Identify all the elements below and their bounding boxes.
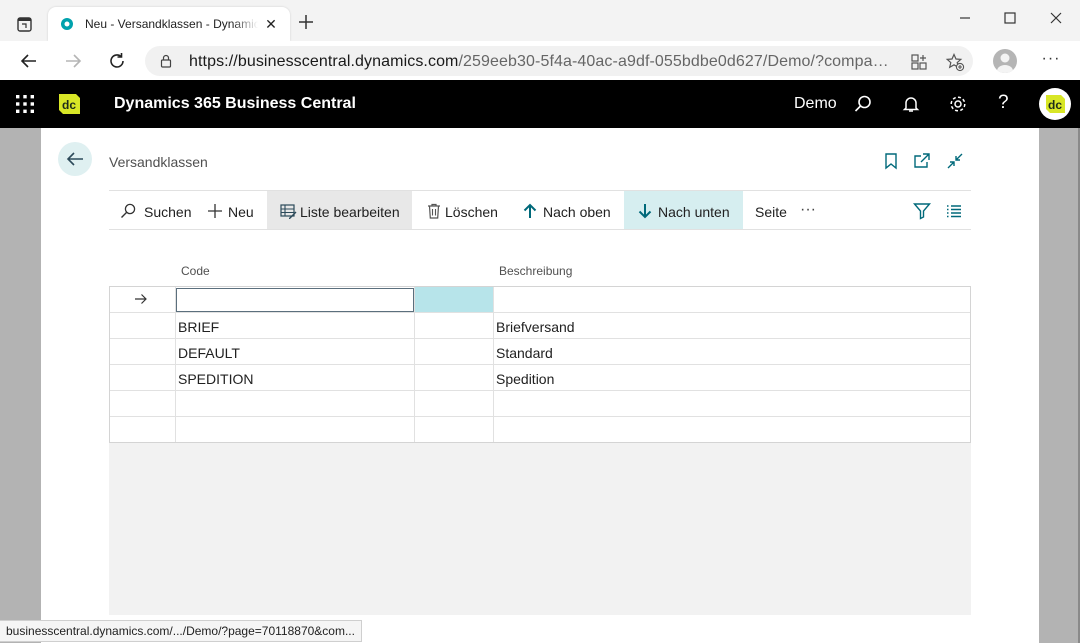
notifications-icon[interactable]	[901, 94, 921, 114]
new-label: Neu	[228, 204, 254, 220]
grid-frame	[109, 286, 971, 443]
move-up-button[interactable]: Nach oben	[514, 191, 624, 229]
profile-avatar[interactable]	[993, 49, 1017, 73]
new-button[interactable]: Neu	[201, 191, 263, 229]
arrow-down-icon	[636, 202, 654, 220]
url-path: /259eeb30-5f4a-40ac-a9df-055bdbe0d627/De…	[458, 53, 895, 70]
maximize-icon[interactable]	[995, 8, 1025, 28]
column-header-description[interactable]: Beschreibung	[499, 264, 572, 278]
app-title[interactable]: Dynamics 365 Business Central	[114, 95, 356, 113]
browser-menu-icon[interactable]: ···	[1040, 51, 1062, 71]
new-tab-icon[interactable]	[296, 12, 316, 32]
browser-tabbar: Neu - Versandklassen - Dynamics 365 Busi…	[0, 0, 1080, 41]
forward-icon[interactable]	[62, 50, 84, 72]
search-icon	[119, 202, 137, 220]
delete-label: Löschen	[445, 204, 498, 220]
dynamics-favicon-icon	[60, 17, 74, 31]
app-launcher-icon[interactable]	[16, 95, 34, 113]
close-window-icon[interactable]	[1041, 8, 1071, 28]
page-menu-label: Seite	[755, 204, 787, 220]
app-bar: dc Dynamics 365 Business Central Demo ? …	[0, 80, 1080, 128]
edit-list-button[interactable]: Liste bearbeiten	[267, 191, 412, 229]
edit-list-icon	[279, 202, 297, 220]
url-host: https://businesscentral.dynamics.com	[189, 53, 459, 70]
empty-list-area	[109, 443, 971, 615]
app-available-icon[interactable]	[909, 52, 929, 72]
action-bar: Suchen Neu Liste bearbeiten Löschen Nach…	[109, 190, 971, 230]
svg-text:dc: dc	[1048, 98, 1062, 112]
plus-icon	[206, 202, 224, 220]
back-arrow-icon[interactable]	[58, 142, 92, 176]
filter-icon[interactable]	[912, 201, 932, 221]
close-tab-icon[interactable]: ✕	[262, 15, 280, 33]
data-grid: BRIEF Briefversand DEFAULT Standard SPED…	[109, 286, 971, 443]
company-logo[interactable]: dc	[56, 91, 82, 117]
help-icon[interactable]: ?	[998, 92, 1009, 114]
company-name[interactable]: Demo	[794, 95, 837, 113]
tab-title: Neu - Versandklassen - Dynamics 365 Busi…	[85, 17, 258, 31]
search-button[interactable]: Suchen	[109, 191, 199, 229]
tab-actions-icon[interactable]	[14, 14, 36, 36]
back-icon[interactable]	[18, 50, 40, 72]
delete-button[interactable]: Löschen	[419, 191, 507, 229]
arrow-up-icon	[521, 202, 539, 220]
add-favorite-icon[interactable]	[945, 52, 965, 72]
browser-addressbar: https://businesscentral.dynamics.com/259…	[0, 41, 1080, 80]
lock-icon[interactable]	[159, 54, 173, 68]
url-text[interactable]: https://businesscentral.dynamics.com/259…	[189, 53, 894, 71]
collapse-icon[interactable]	[946, 152, 964, 170]
more-options-icon: ···	[800, 201, 816, 218]
page-menu-button[interactable]: Seite	[749, 191, 791, 229]
settings-gear-icon[interactable]	[948, 94, 968, 114]
search-icon[interactable]	[853, 94, 873, 114]
more-options-button[interactable]: ···	[797, 191, 821, 229]
svg-text:dc: dc	[62, 98, 76, 112]
url-bar[interactable]: https://businesscentral.dynamics.com/259…	[145, 46, 973, 76]
bookmark-icon[interactable]	[882, 152, 900, 170]
minimize-icon[interactable]	[950, 8, 980, 28]
move-down-button[interactable]: Nach unten	[624, 191, 743, 229]
page-caption: Versandklassen	[109, 154, 208, 170]
user-avatar[interactable]: dc	[1039, 88, 1071, 120]
move-down-label: Nach unten	[658, 204, 730, 220]
open-new-window-icon[interactable]	[913, 152, 931, 170]
status-bar-url: businesscentral.dynamics.com/.../Demo/?p…	[0, 620, 362, 642]
trash-icon	[425, 202, 443, 220]
search-label: Suchen	[144, 204, 192, 220]
edit-list-label: Liste bearbeiten	[300, 204, 400, 220]
refresh-icon[interactable]	[106, 50, 128, 72]
list-view-icon[interactable]	[944, 201, 964, 221]
column-header-code[interactable]: Code	[181, 264, 210, 278]
move-up-label: Nach oben	[543, 204, 611, 220]
browser-tab[interactable]: Neu - Versandklassen - Dynamics 365 Busi…	[48, 7, 290, 41]
